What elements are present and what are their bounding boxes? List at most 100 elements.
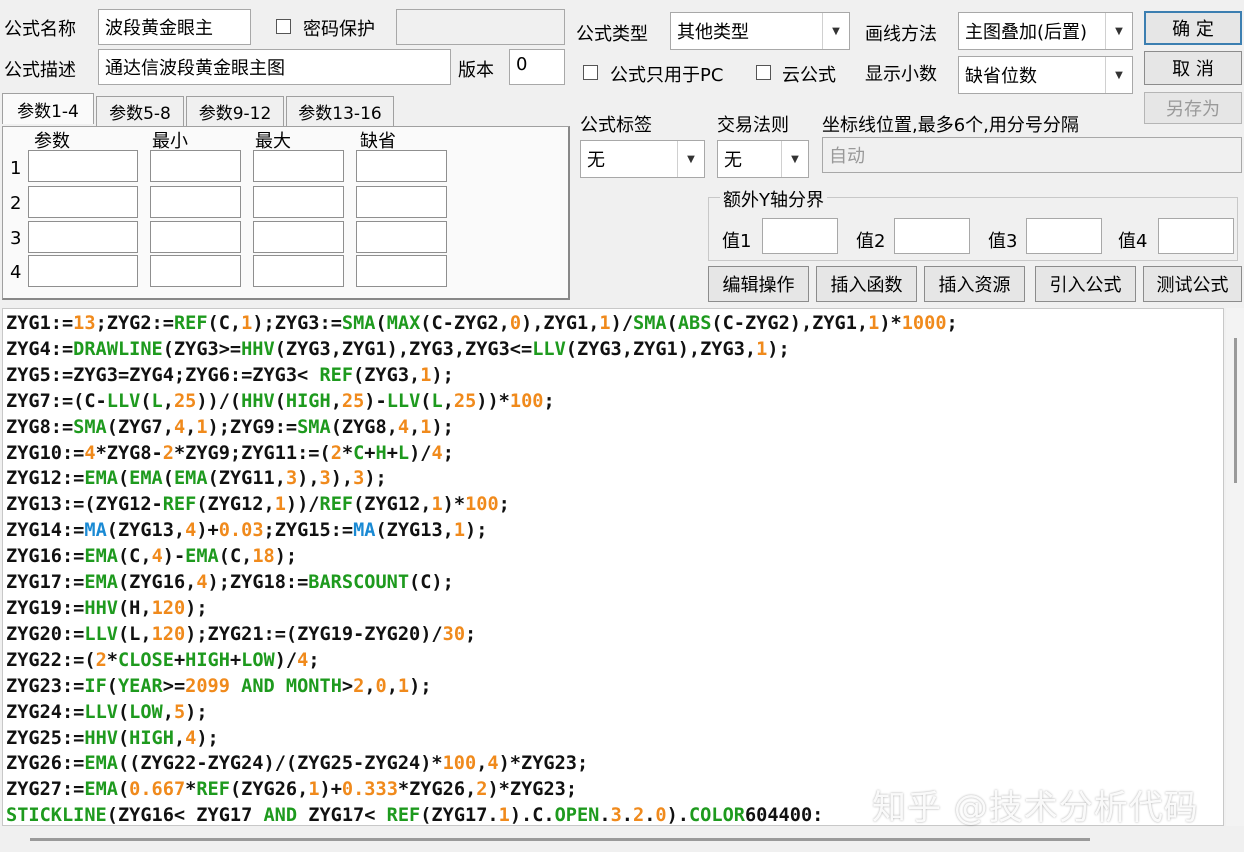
password-checkbox[interactable] xyxy=(276,19,291,34)
param-default-input[interactable] xyxy=(356,255,447,287)
formula-type-label: 公式类型 xyxy=(576,24,648,45)
code-line: ZYG8:=SMA(ZYG7,4,1);ZYG9:=SMA(ZYG8,4,1); xyxy=(6,416,454,438)
code-text: ZYG1:=13;ZYG2:=REF(C,1);ZYG3:=SMA(MAX(C-… xyxy=(3,309,1223,825)
param-name-input[interactable] xyxy=(28,186,138,218)
decimals-value: 缺省位数 xyxy=(965,66,1037,87)
value2-label: 值2 xyxy=(856,231,886,252)
draw-method-value: 主图叠加(后置) xyxy=(965,22,1088,43)
param-default-input[interactable] xyxy=(356,186,447,218)
param-max-input[interactable] xyxy=(253,186,344,218)
cloud-formula-label: 云公式 xyxy=(782,65,836,86)
code-line: ZYG12:=EMA(EMA(EMA(ZYG11,3),3),3); xyxy=(6,468,387,490)
decimals-label: 显示小数 xyxy=(865,64,937,85)
version-input[interactable]: 0 xyxy=(509,49,565,85)
param-row-number: 1 xyxy=(10,158,22,179)
formula-type-select[interactable]: 其他类型 ▼ xyxy=(670,12,850,50)
test-formula-button[interactable]: 测试公式 xyxy=(1143,266,1242,302)
param-name-input[interactable] xyxy=(28,150,138,182)
tab-params-13-16[interactable]: 参数13-16 xyxy=(286,96,394,126)
chevron-down-icon: ▼ xyxy=(822,13,849,49)
code-editor[interactable]: ZYG1:=13;ZYG2:=REF(C,1);ZYG3:=SMA(MAX(C-… xyxy=(2,308,1224,826)
code-line: ZYG25:=HHV(HIGH,4); xyxy=(6,727,219,749)
param-max-input[interactable] xyxy=(253,255,344,287)
password-input[interactable] xyxy=(396,9,565,45)
value3-input[interactable] xyxy=(1026,218,1102,254)
draw-method-label: 画线方法 xyxy=(865,24,937,45)
param-row-number: 4 xyxy=(10,262,22,283)
tab-params-9-12[interactable]: 参数9-12 xyxy=(186,96,284,126)
trade-rule-label: 交易法则 xyxy=(717,115,789,136)
value2-input[interactable] xyxy=(894,218,970,254)
trade-rule-select[interactable]: 无 ▼ xyxy=(717,140,809,178)
code-line: ZYG4:=DRAWLINE(ZYG3>=HHV(ZYG3,ZYG1),ZYG3… xyxy=(6,338,790,360)
formula-desc-input[interactable]: 通达信波段黄金眼主图 xyxy=(98,49,451,85)
formula-tag-label: 公式标签 xyxy=(580,115,652,136)
import-formula-button[interactable]: 引入公式 xyxy=(1035,266,1136,302)
code-line: ZYG5:=ZYG3=ZYG4;ZYG6:=ZYG3< REF(ZYG3,1); xyxy=(6,364,454,386)
code-line: ZYG24:=LLV(LOW,5); xyxy=(6,701,208,723)
code-line: ZYG22:=(2*CLOSE+HIGH+LOW)/4; xyxy=(6,649,320,671)
formula-tag-value: 无 xyxy=(587,150,605,171)
value3-label: 值3 xyxy=(988,231,1018,252)
code-line: ZYG20:=LLV(L,120);ZYG21:=(ZYG19-ZYG20)/3… xyxy=(6,623,477,645)
horizontal-scrollbar[interactable] xyxy=(2,826,1224,852)
coord-lines-label: 坐标线位置,最多6个,用分号分隔 xyxy=(822,115,1079,136)
vertical-scrollbar[interactable] xyxy=(1226,308,1244,826)
code-line: ZYG26:=EMA((ZYG22-ZYG24)/(ZYG25-ZYG24)*1… xyxy=(6,753,589,775)
formula-tag-select[interactable]: 无 ▼ xyxy=(580,140,705,178)
insert-function-button[interactable]: 插入函数 xyxy=(816,266,917,302)
formula-desc-label: 公式描述 xyxy=(4,60,76,81)
decimals-select[interactable]: 缺省位数 ▼ xyxy=(958,56,1133,94)
ok-button[interactable]: 确 定 xyxy=(1144,11,1242,45)
value1-label: 值1 xyxy=(722,231,752,252)
formula-type-value: 其他类型 xyxy=(677,22,749,43)
extra-y-axis-label: 额外Y轴分界 xyxy=(720,186,827,212)
param-min-input[interactable] xyxy=(150,221,241,253)
param-min-input[interactable] xyxy=(150,255,241,287)
version-label: 版本 xyxy=(458,60,494,81)
code-line: ZYG13:=(ZYG12-REF(ZYG12,1))/REF(ZYG12,1)… xyxy=(6,494,510,516)
edit-operation-button[interactable]: 编辑操作 xyxy=(708,266,809,302)
chevron-down-icon: ▼ xyxy=(1105,57,1132,93)
param-default-input[interactable] xyxy=(356,150,447,182)
tab-params-1-4[interactable]: 参数1-4 xyxy=(2,93,94,124)
password-label: 密码保护 xyxy=(303,19,375,40)
code-line: ZYG16:=EMA(C,4)-EMA(C,18); xyxy=(6,546,298,568)
code-line: ZYG23:=IF(YEAR>=2099 AND MONTH>2,0,1); xyxy=(6,675,432,697)
scrollbar-thumb[interactable] xyxy=(30,838,1090,841)
chevron-down-icon: ▼ xyxy=(677,141,704,177)
formula-name-label: 公式名称 xyxy=(4,19,76,40)
param-name-input[interactable] xyxy=(28,255,138,287)
param-min-input[interactable] xyxy=(150,186,241,218)
code-line: ZYG14:=MA(ZYG13,4)+0.03;ZYG15:=MA(ZYG13,… xyxy=(6,520,488,542)
value1-input[interactable] xyxy=(762,218,838,254)
code-line: ZYG17:=EMA(ZYG16,4);ZYG18:=BARSCOUNT(C); xyxy=(6,572,454,594)
coord-lines-input[interactable]: 自动 xyxy=(822,137,1242,173)
draw-method-select[interactable]: 主图叠加(后置) ▼ xyxy=(958,12,1133,50)
cancel-button[interactable]: 取 消 xyxy=(1144,51,1242,85)
param-max-input[interactable] xyxy=(253,221,344,253)
value4-input[interactable] xyxy=(1158,218,1234,254)
value4-label: 值4 xyxy=(1118,231,1148,252)
param-min-input[interactable] xyxy=(150,150,241,182)
param-name-input[interactable] xyxy=(28,221,138,253)
code-line: ZYG1:=13;ZYG2:=REF(C,1);ZYG3:=SMA(MAX(C-… xyxy=(6,313,958,334)
tab-params-5-8[interactable]: 参数5-8 xyxy=(96,96,184,126)
code-line: ZYG7:=(C-LLV(L,25))/(HHV(HIGH,25)-LLV(L,… xyxy=(6,390,555,412)
save-as-button[interactable]: 另存为 xyxy=(1144,92,1242,124)
formula-name-input[interactable]: 波段黄金眼主 xyxy=(98,9,251,45)
param-default-input[interactable] xyxy=(356,221,447,253)
param-row-number: 2 xyxy=(10,193,22,214)
trade-rule-value: 无 xyxy=(724,150,742,171)
param-row-number: 3 xyxy=(10,228,22,249)
pc-only-checkbox[interactable] xyxy=(583,65,598,80)
watermark: 知乎 @技术分析代码 xyxy=(872,788,1199,828)
code-line: ZYG19:=HHV(H,120); xyxy=(6,597,208,619)
param-max-input[interactable] xyxy=(253,150,344,182)
insert-resource-button[interactable]: 插入资源 xyxy=(924,266,1025,302)
code-line: ZYG10:=4*ZYG8-2*ZYG9;ZYG11:=(2*C+H+L)/4; xyxy=(6,442,454,464)
pc-only-label: 公式只用于PC xyxy=(610,65,724,86)
cloud-formula-checkbox[interactable] xyxy=(756,65,771,80)
scrollbar-thumb[interactable] xyxy=(1234,338,1237,483)
chevron-down-icon: ▼ xyxy=(1105,13,1132,49)
